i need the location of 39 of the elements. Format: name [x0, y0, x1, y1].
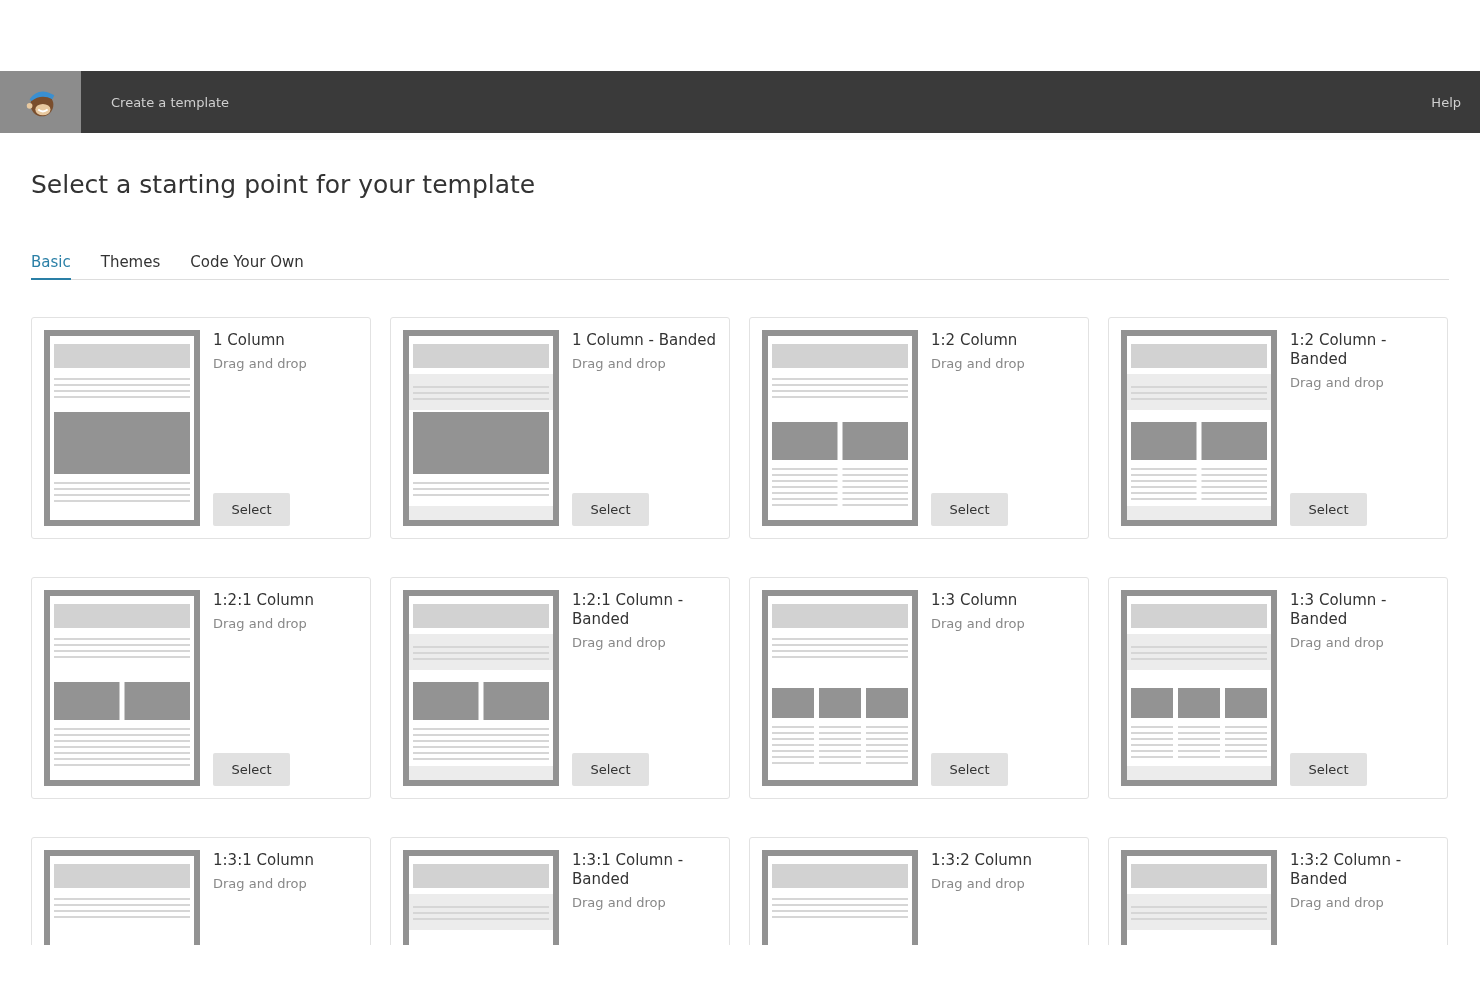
template-name: 1:3:2 Column: [931, 851, 1032, 870]
template-type: Drag and drop: [931, 616, 1025, 631]
tab[interactable]: Basic: [31, 253, 71, 280]
select-button[interactable]: Select: [1290, 493, 1367, 526]
page-heading: Create a template: [111, 94, 231, 110]
select-button[interactable]: Select: [931, 493, 1008, 526]
template-type: Drag and drop: [1290, 635, 1384, 650]
template-name: 1:3:1 Column - Banded: [572, 851, 685, 889]
select-button[interactable]: Select: [931, 753, 1008, 786]
template-name: 1 Column: [213, 331, 285, 350]
template-type: Drag and drop: [213, 356, 307, 371]
template-type: Drag and drop: [1290, 895, 1384, 910]
select-button[interactable]: Select: [572, 493, 649, 526]
select-button[interactable]: Select: [213, 493, 290, 526]
template-type: Drag and drop: [1290, 375, 1384, 390]
template-type: Drag and drop: [213, 616, 307, 631]
template-type: Drag and drop: [572, 356, 666, 371]
help-link[interactable]: Help: [1431, 94, 1461, 110]
template-name: 1:2:1 Column: [213, 591, 314, 610]
template-name: 1:3:1 Column: [213, 851, 314, 870]
logo-tile[interactable]: [0, 71, 81, 133]
select-button[interactable]: Select: [572, 753, 649, 786]
template-name: 1:3 Column: [931, 591, 1018, 610]
template-type: Drag and drop: [931, 876, 1025, 891]
template-name: 1:2:1 Column - Banded: [572, 591, 685, 629]
template-name: 1:3:2 Column - Banded: [1290, 851, 1403, 889]
select-button[interactable]: Select: [213, 753, 290, 786]
template-type: Drag and drop: [213, 876, 307, 891]
template-name: 1:2 Column - Banded: [1290, 331, 1388, 369]
template-type: Drag and drop: [572, 895, 666, 910]
tab[interactable]: Code Your Own: [190, 253, 304, 280]
page-title: Select a starting point for your template: [31, 169, 537, 201]
tab[interactable]: Themes: [100, 253, 161, 280]
select-button[interactable]: Select: [1290, 753, 1367, 786]
template-name: 1:3 Column - Banded: [1290, 591, 1388, 629]
template-name: 1:2 Column: [931, 331, 1018, 350]
template-name: 1 Column - Banded: [572, 331, 716, 350]
template-type: Drag and drop: [931, 356, 1025, 371]
template-type: Drag and drop: [572, 635, 666, 650]
